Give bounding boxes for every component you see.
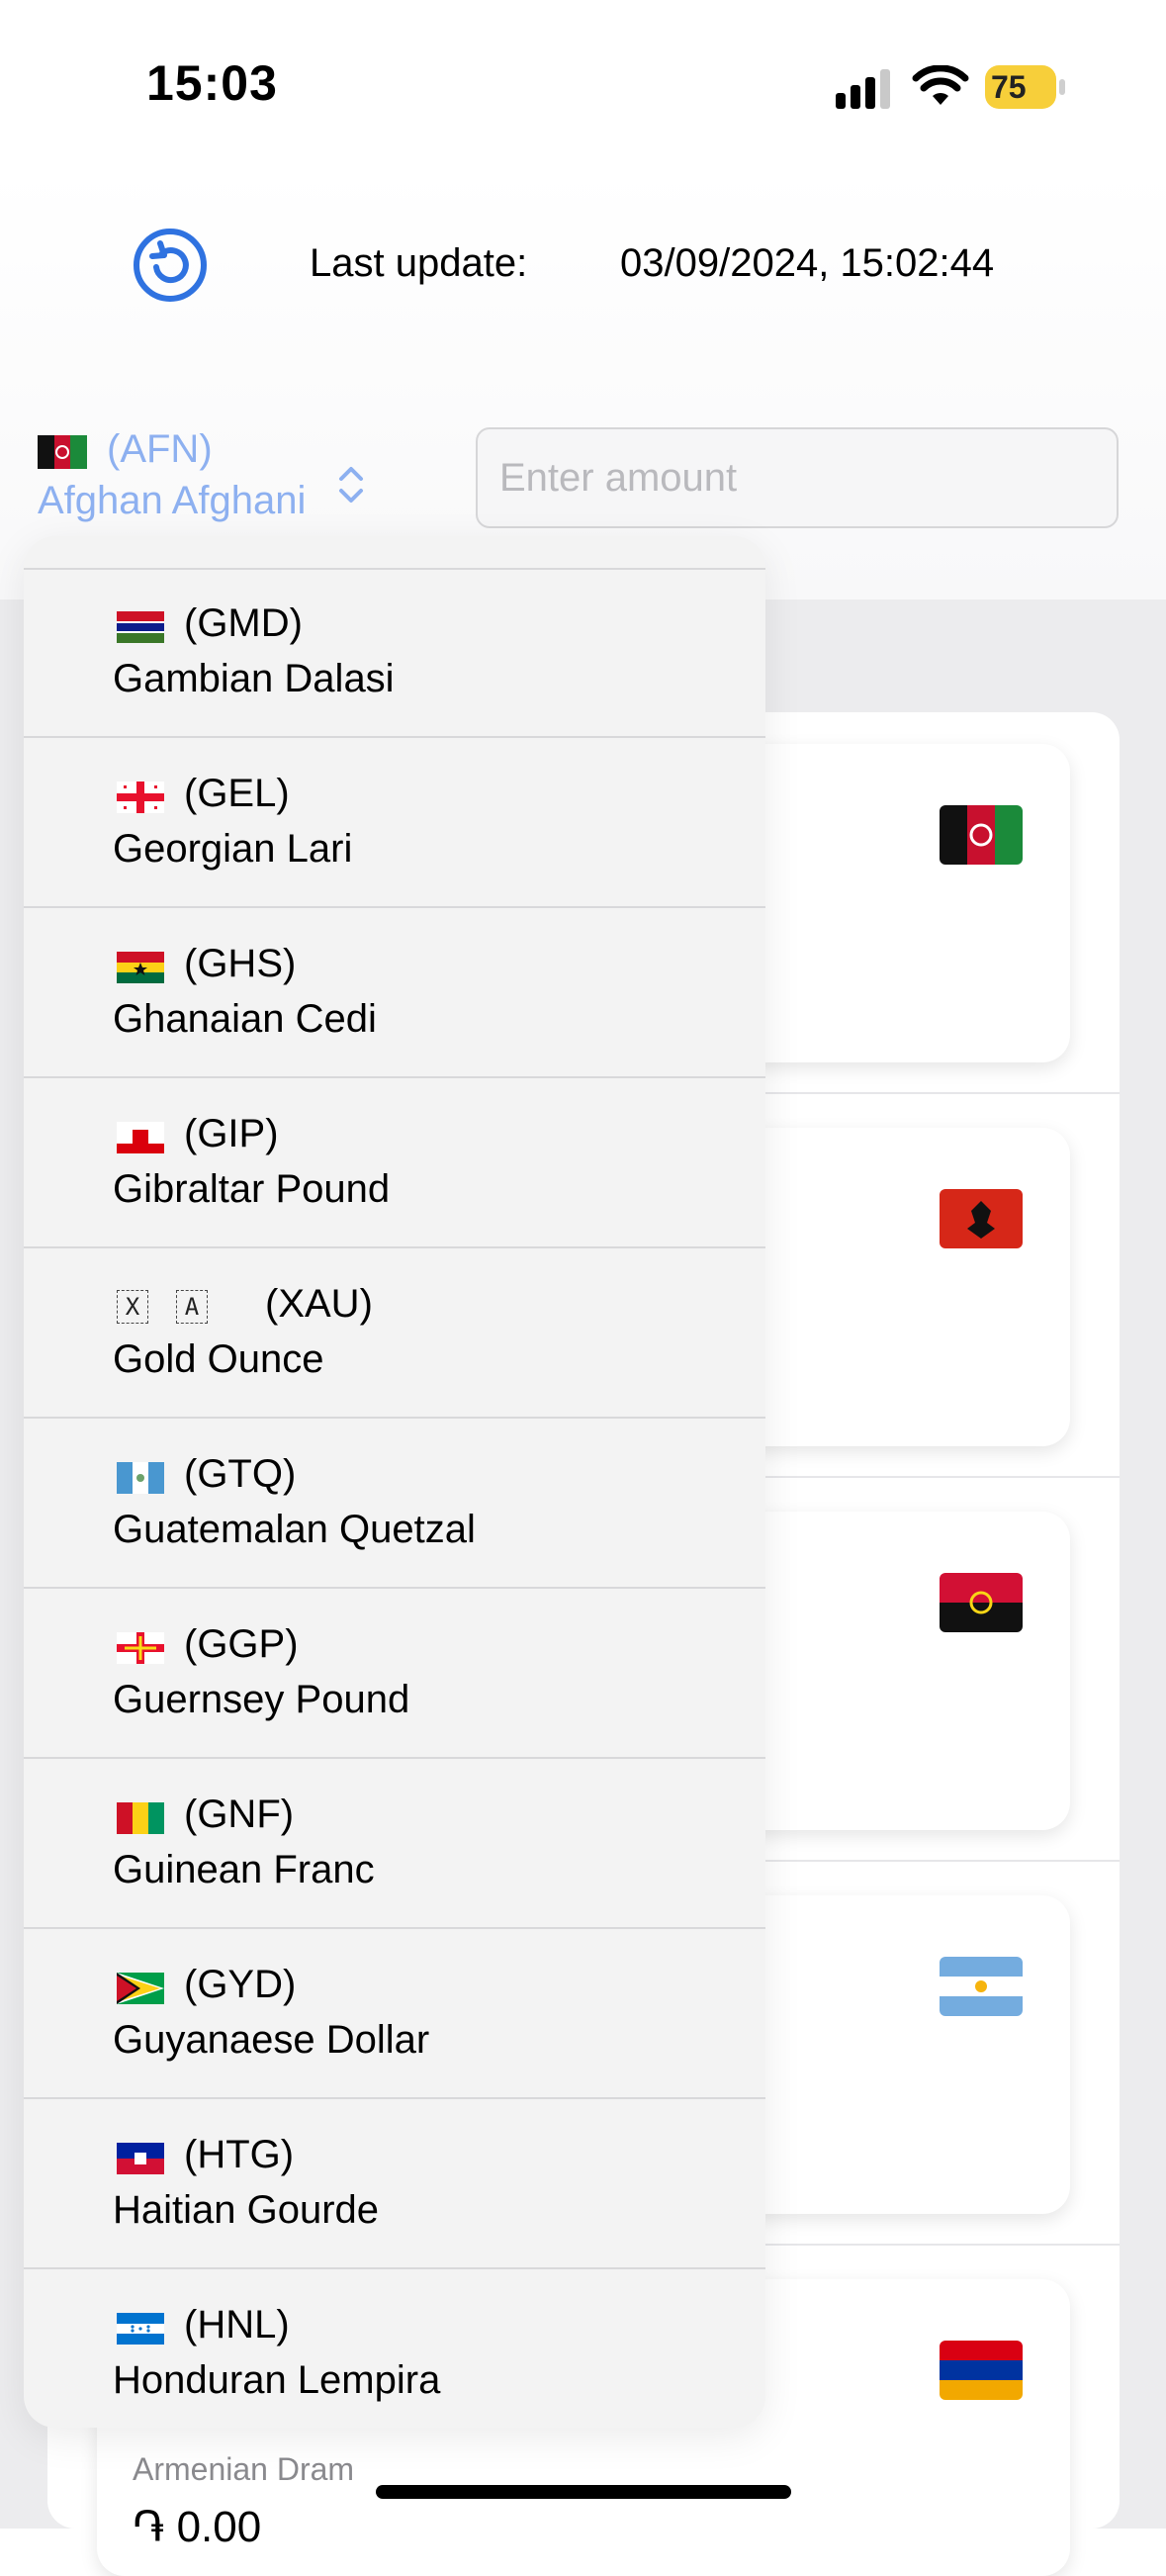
dropdown-item-code: (GGP) [184,1622,299,1666]
dropdown-item-code: (HTG) [184,2133,295,2176]
dropdown-divider [24,1417,765,1419]
result-currency-name: Armenian Dram [133,2451,355,2487]
ghana-flag-icon [117,952,164,983]
wifi-icon [912,65,969,105]
guernsey-flag-icon [117,1632,164,1664]
result-amount: ֏ 0.00 [133,2503,262,2551]
dropdown-item-code: (GYD) [184,1963,297,2006]
dropdown-item-name: Gold Ounce [113,1337,324,1381]
last-update-label: Last update: [310,241,528,285]
dropdown-divider [24,1076,765,1078]
chevron-up-down-icon [339,467,363,503]
dropdown-item-name: Gibraltar Pound [113,1167,391,1211]
angola-flag-icon [940,1573,1023,1632]
dropdown-item-code: (HNL) [184,2303,290,2346]
dropdown-item-gel[interactable]: (GEL) Georgian Lari [24,740,765,908]
dropdown-item-name: Guatemalan Quetzal [113,1508,476,1551]
dropdown-item-code: (GTQ) [184,1452,297,1496]
dropdown-item-gmd[interactable]: (GMD) Gambian Dalasi [24,570,765,738]
dropdown-item-code: (GHS) [184,942,297,985]
dropdown-item-hnl[interactable]: (HNL) Honduran Lempira [24,2271,765,2428]
battery-icon: 75 [985,65,1068,109]
dropdown-item-ghs[interactable]: (GHS) Ghanaian Cedi [24,910,765,1078]
dropdown-item-code: (GEL) [184,772,290,815]
armenia-flag-icon [940,2341,1023,2400]
georgia-flag-icon [117,782,164,813]
dropdown-item-xau[interactable]: X A (XAU) Gold Ounce [24,1250,765,1419]
guinea-flag-icon [117,1802,164,1834]
dropdown-item-name: Ghanaian Cedi [113,997,377,1041]
dropdown-item-ggp[interactable]: (GGP) Guernsey Pound [24,1591,765,1759]
battery-level: 75 [991,69,1027,105]
dropdown-item-name: Guernsey Pound [113,1678,410,1721]
dropdown-item-name: Haitian Gourde [113,2188,380,2232]
last-update-value: 03/09/2024, 15:02:44 [620,241,995,285]
dropdown-divider [24,906,765,908]
dropdown-divider [24,2097,765,2099]
afghanistan-flag-icon [38,435,87,469]
status-time: 15:03 [146,55,278,111]
gambia-flag-icon [117,611,164,643]
dropdown-divider [24,1757,765,1759]
cellular-signal-icon [836,69,890,109]
amount-input[interactable] [476,427,1119,528]
dropdown-item-code: (XAU) [265,1282,373,1326]
guatemala-flag-icon [117,1462,164,1494]
dropdown-item-code: (GNF) [184,1793,295,1836]
dropdown-item-name: Gambian Dalasi [113,657,395,700]
selected-currency-name: Afghan Afghani [38,479,307,522]
argentina-flag-icon [940,1957,1023,2016]
dropdown-divider [24,1927,765,1929]
dropdown-item-name: Guinean Franc [113,1848,375,1891]
honduras-flag-icon [117,2313,164,2345]
dropdown-divider [24,736,765,738]
dropdown-item-gip[interactable]: (GIP) Gibraltar Pound [24,1080,765,1248]
gibraltar-flag-icon [117,1122,164,1153]
dropdown-item-gnf[interactable]: (GNF) Guinean Franc [24,1761,765,1929]
dropdown-item-name: Honduran Lempira [113,2358,441,2402]
missing-glyph-icon: X A [117,1288,225,1326]
missing-glyph-letter: A [176,1290,208,1324]
refresh-button[interactable] [131,226,210,305]
status-bar: 15:03 75 [0,0,1166,168]
dropdown-item-name: Georgian Lari [113,827,353,871]
selected-currency-code: (AFN) [107,427,213,471]
dropdown-item-code: (GIP) [184,1112,279,1155]
dropdown-item-name: Guyanaese Dollar [113,2018,430,2062]
afghanistan-flag-icon [940,805,1023,865]
base-currency-selector[interactable]: (AFN) Afghan Afghani [38,427,374,526]
dropdown-divider [24,1246,765,1248]
dropdown-divider [24,1587,765,1589]
dropdown-item-gtq[interactable]: (GTQ) Guatemalan Quetzal [24,1421,765,1589]
dropdown-divider [24,2267,765,2269]
dropdown-item-htg[interactable]: (HTG) Haitian Gourde [24,2101,765,2269]
home-indicator [376,2485,791,2499]
dropdown-item-code: (GMD) [184,601,303,645]
haiti-flag-icon [117,2143,164,2174]
missing-glyph-letter: X [117,1290,148,1324]
currency-dropdown[interactable]: (GMD) Gambian Dalasi (GEL) Georgian Lari… [24,536,765,2428]
albania-flag-icon [940,1189,1023,1248]
dropdown-item-gyd[interactable]: (GYD) Guyanaese Dollar [24,1931,765,2099]
guyana-flag-icon [117,1973,164,2004]
